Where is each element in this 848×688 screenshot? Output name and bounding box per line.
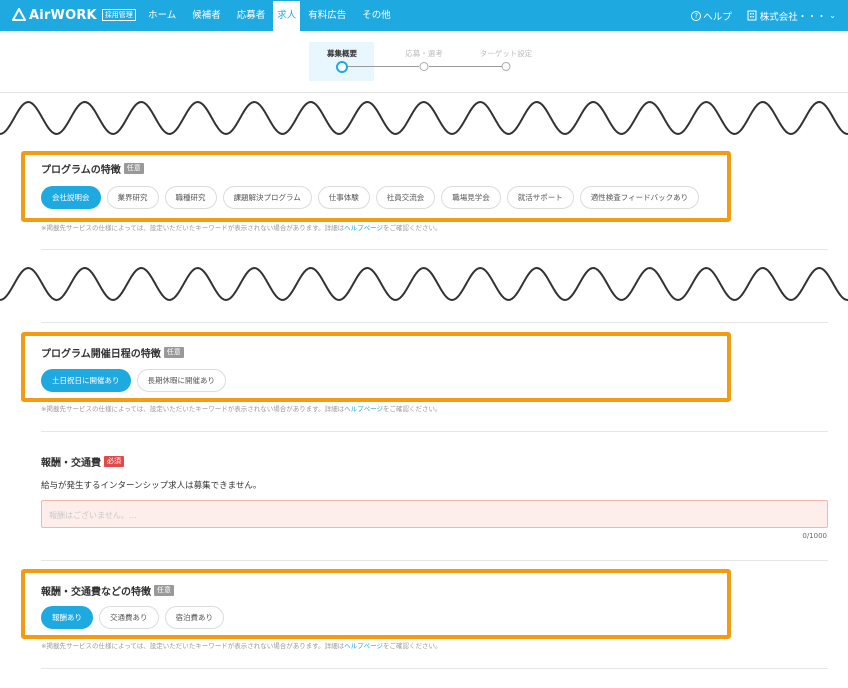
nav-paid-ads[interactable]: 有料広告 (300, 0, 354, 31)
note-text: ※掲載先サービスの仕様によっては、設定いただいたキーワードが表示されない場合があ… (41, 642, 345, 650)
note-text: ※掲載先サービスの仕様によっては、設定いただいたキーワードが表示されない場合があ… (41, 224, 345, 232)
company-menu[interactable]: 株式会社・・・ (760, 9, 827, 23)
keyword-note: ※掲載先サービスの仕様によっては、設定いただいたキーワードが表示されない場合があ… (41, 222, 442, 232)
section-divider (41, 249, 828, 250)
step-label-selection: 応募・選考 (405, 49, 443, 58)
header-right: ? ヘルプ 株式会社・・・ ⌄ (691, 0, 836, 31)
section-divider (41, 668, 828, 669)
step-dot-selection[interactable] (419, 62, 429, 71)
compensation-description: 給与が発生するインターンシップ求人は募集できません。 (41, 481, 262, 491)
torn-edge-wave (0, 100, 848, 136)
step-label-target: ターゲット設定 (479, 49, 533, 58)
section-divider (41, 560, 828, 561)
help-page-link[interactable]: ヘルプページ (344, 405, 383, 413)
step-dot-target[interactable] (501, 62, 511, 71)
section-title-compensation: 報酬・交通費 必須 (41, 454, 124, 469)
chevron-down-icon[interactable]: ⌄ (829, 11, 836, 20)
help-icon[interactable]: ? (691, 10, 702, 21)
step-dot-overview[interactable] (336, 61, 348, 73)
section-divider (41, 431, 828, 432)
torn-edge-wave (0, 266, 848, 302)
compensation-textarea[interactable]: 報酬はございません。… (41, 500, 828, 528)
building-icon (747, 10, 757, 21)
highlight-box (21, 151, 731, 222)
logo-text: AirWORK (29, 7, 97, 23)
highlight-box (21, 569, 731, 639)
keyword-note: ※掲載先サービスの仕様によっては、設定いただいたキーワードが表示されない場合があ… (41, 640, 442, 650)
logo-mark-icon (12, 8, 26, 21)
logo-badge: 採用管理 (101, 9, 136, 21)
keyword-note: ※掲載先サービスの仕様によっては、設定いただいたキーワードが表示されない場合があ… (41, 403, 442, 413)
note-text: ※掲載先サービスの仕様によっては、設定いただいたキーワードが表示されない場合があ… (41, 405, 345, 413)
section-divider (41, 322, 828, 323)
note-tail: をご確認ください。 (383, 405, 442, 413)
step-connector (429, 66, 502, 67)
section-title-text: 報酬・交通費 (41, 458, 101, 469)
help-page-link[interactable]: ヘルプページ (344, 642, 383, 650)
top-header: AirWORK 採用管理 ホーム 候補者 応募者 求人 有料広告 その他 ? ヘ… (0, 0, 848, 31)
required-badge: 必須 (104, 456, 124, 467)
nav-candidates[interactable]: 候補者 (184, 0, 229, 31)
help-page-link[interactable]: ヘルプページ (344, 224, 383, 232)
note-tail: をご確認ください。 (383, 224, 442, 232)
step-label-overview: 募集概要 (327, 49, 357, 58)
step-connector (347, 66, 419, 67)
help-link[interactable]: ヘルプ (703, 9, 732, 23)
nav-jobs[interactable]: 求人 (273, 1, 301, 31)
char-counter: 0/1000 (802, 532, 827, 540)
airwork-logo[interactable]: AirWORK 採用管理 (12, 7, 136, 23)
nav-other[interactable]: その他 (354, 0, 399, 31)
note-tail: をご確認ください。 (383, 642, 442, 650)
step-progress: 募集概要 応募・選考 ターゲット設定 (0, 31, 848, 93)
highlight-box (21, 332, 731, 402)
main-nav: ホーム 候補者 応募者 求人 有料広告 その他 (140, 0, 399, 31)
nav-home[interactable]: ホーム (140, 0, 184, 31)
nav-applicants[interactable]: 応募者 (229, 0, 274, 31)
